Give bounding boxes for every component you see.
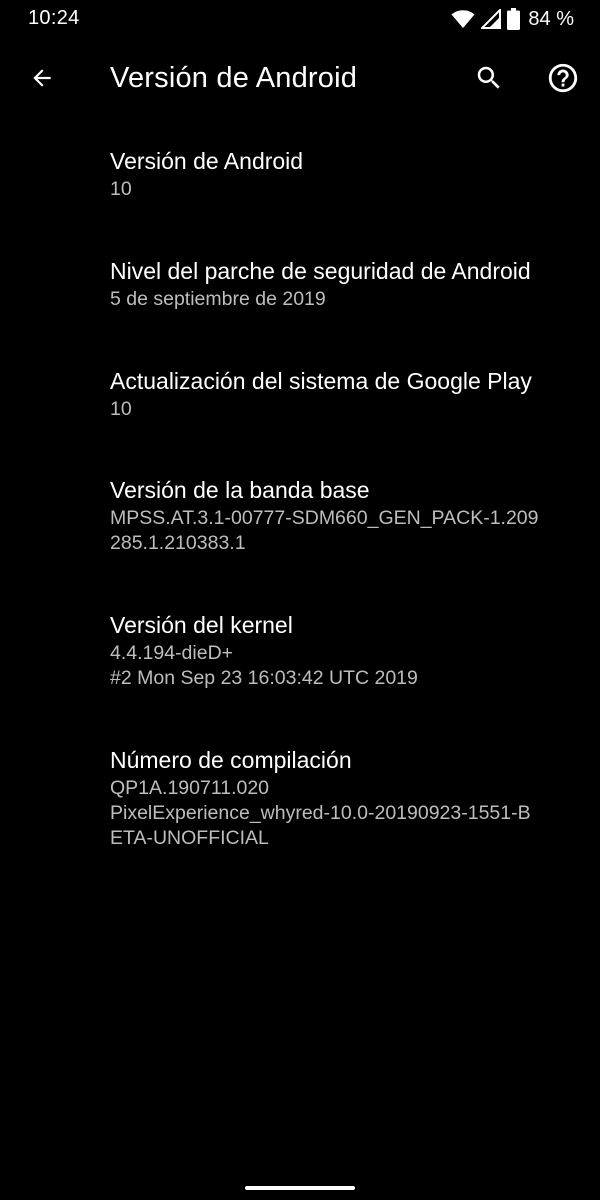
status-icons: 84 % (451, 6, 574, 32)
item-summary: QP1A.190711.020 PixelExperience_whyred-1… (110, 776, 580, 851)
item-title: Versión de Android (110, 148, 304, 174)
battery-percentage: 84 % (528, 7, 574, 30)
item-summary: 10 (110, 397, 580, 422)
page-title: Versión de Android (110, 62, 358, 94)
search-icon (474, 63, 504, 98)
item-summary-line: MPSS.AT.3.1-00777-SDM660_GEN_PACK-1.209 (110, 507, 539, 529)
status-bar: 10:24 84 % (0, 0, 600, 38)
signal-icon (481, 9, 502, 29)
item-title: Versión del kernel (110, 612, 293, 638)
item-title: Actualización del sistema de Google Play (110, 368, 532, 394)
item-summary-line: QP1A.190711.020 (110, 777, 270, 799)
item-summary-line: #2 Mon Sep 23 16:03:42 UTC 2019 (110, 667, 418, 689)
app-bar: Versión de Android (0, 40, 600, 120)
item-summary: MPSS.AT.3.1-00777-SDM660_GEN_PACK-1.209 … (110, 506, 580, 556)
status-time: 10:24 (28, 7, 80, 29)
wifi-icon (451, 9, 475, 29)
item-summary-line: 285.1.210383.1 (110, 532, 246, 554)
list-item-security-patch[interactable]: Nivel del parche de seguridad de Android… (0, 256, 600, 312)
back-button[interactable] (18, 56, 66, 104)
item-title: Número de compilación (110, 747, 352, 773)
item-summary: 10 (110, 177, 580, 202)
search-button[interactable] (465, 56, 513, 104)
gesture-nav-handle[interactable] (245, 1186, 355, 1190)
help-button[interactable] (539, 56, 587, 104)
help-icon (546, 61, 580, 100)
item-summary-line: ETA-UNOFFICIAL (110, 827, 269, 849)
item-summary-line: 4.4.194-dieD+ (110, 642, 234, 664)
item-title: Nivel del parche de seguridad de Android (110, 258, 531, 284)
list-item-kernel-version[interactable]: Versión del kernel 4.4.194-dieD+ #2 Mon … (0, 610, 600, 691)
item-summary: 5 de septiembre de 2019 (110, 287, 580, 312)
item-summary-line: PixelExperience_whyred-10.0-20190923-155… (110, 802, 531, 824)
list-item-baseband-version[interactable]: Versión de la banda base MPSS.AT.3.1-007… (0, 475, 600, 556)
item-summary: 4.4.194-dieD+ #2 Mon Sep 23 16:03:42 UTC… (110, 641, 580, 691)
item-summary-line: 10 (110, 398, 132, 420)
list-item-android-version[interactable]: Versión de Android 10 (0, 146, 600, 202)
battery-icon (507, 8, 521, 30)
item-summary-line: 10 (110, 178, 132, 200)
list-item-google-play-update[interactable]: Actualización del sistema de Google Play… (0, 366, 600, 422)
item-title: Versión de la banda base (110, 477, 370, 503)
list-item-build-number[interactable]: Número de compilación QP1A.190711.020 Pi… (0, 745, 600, 851)
back-arrow-icon (29, 65, 55, 96)
item-summary-line: 5 de septiembre de 2019 (110, 288, 326, 310)
